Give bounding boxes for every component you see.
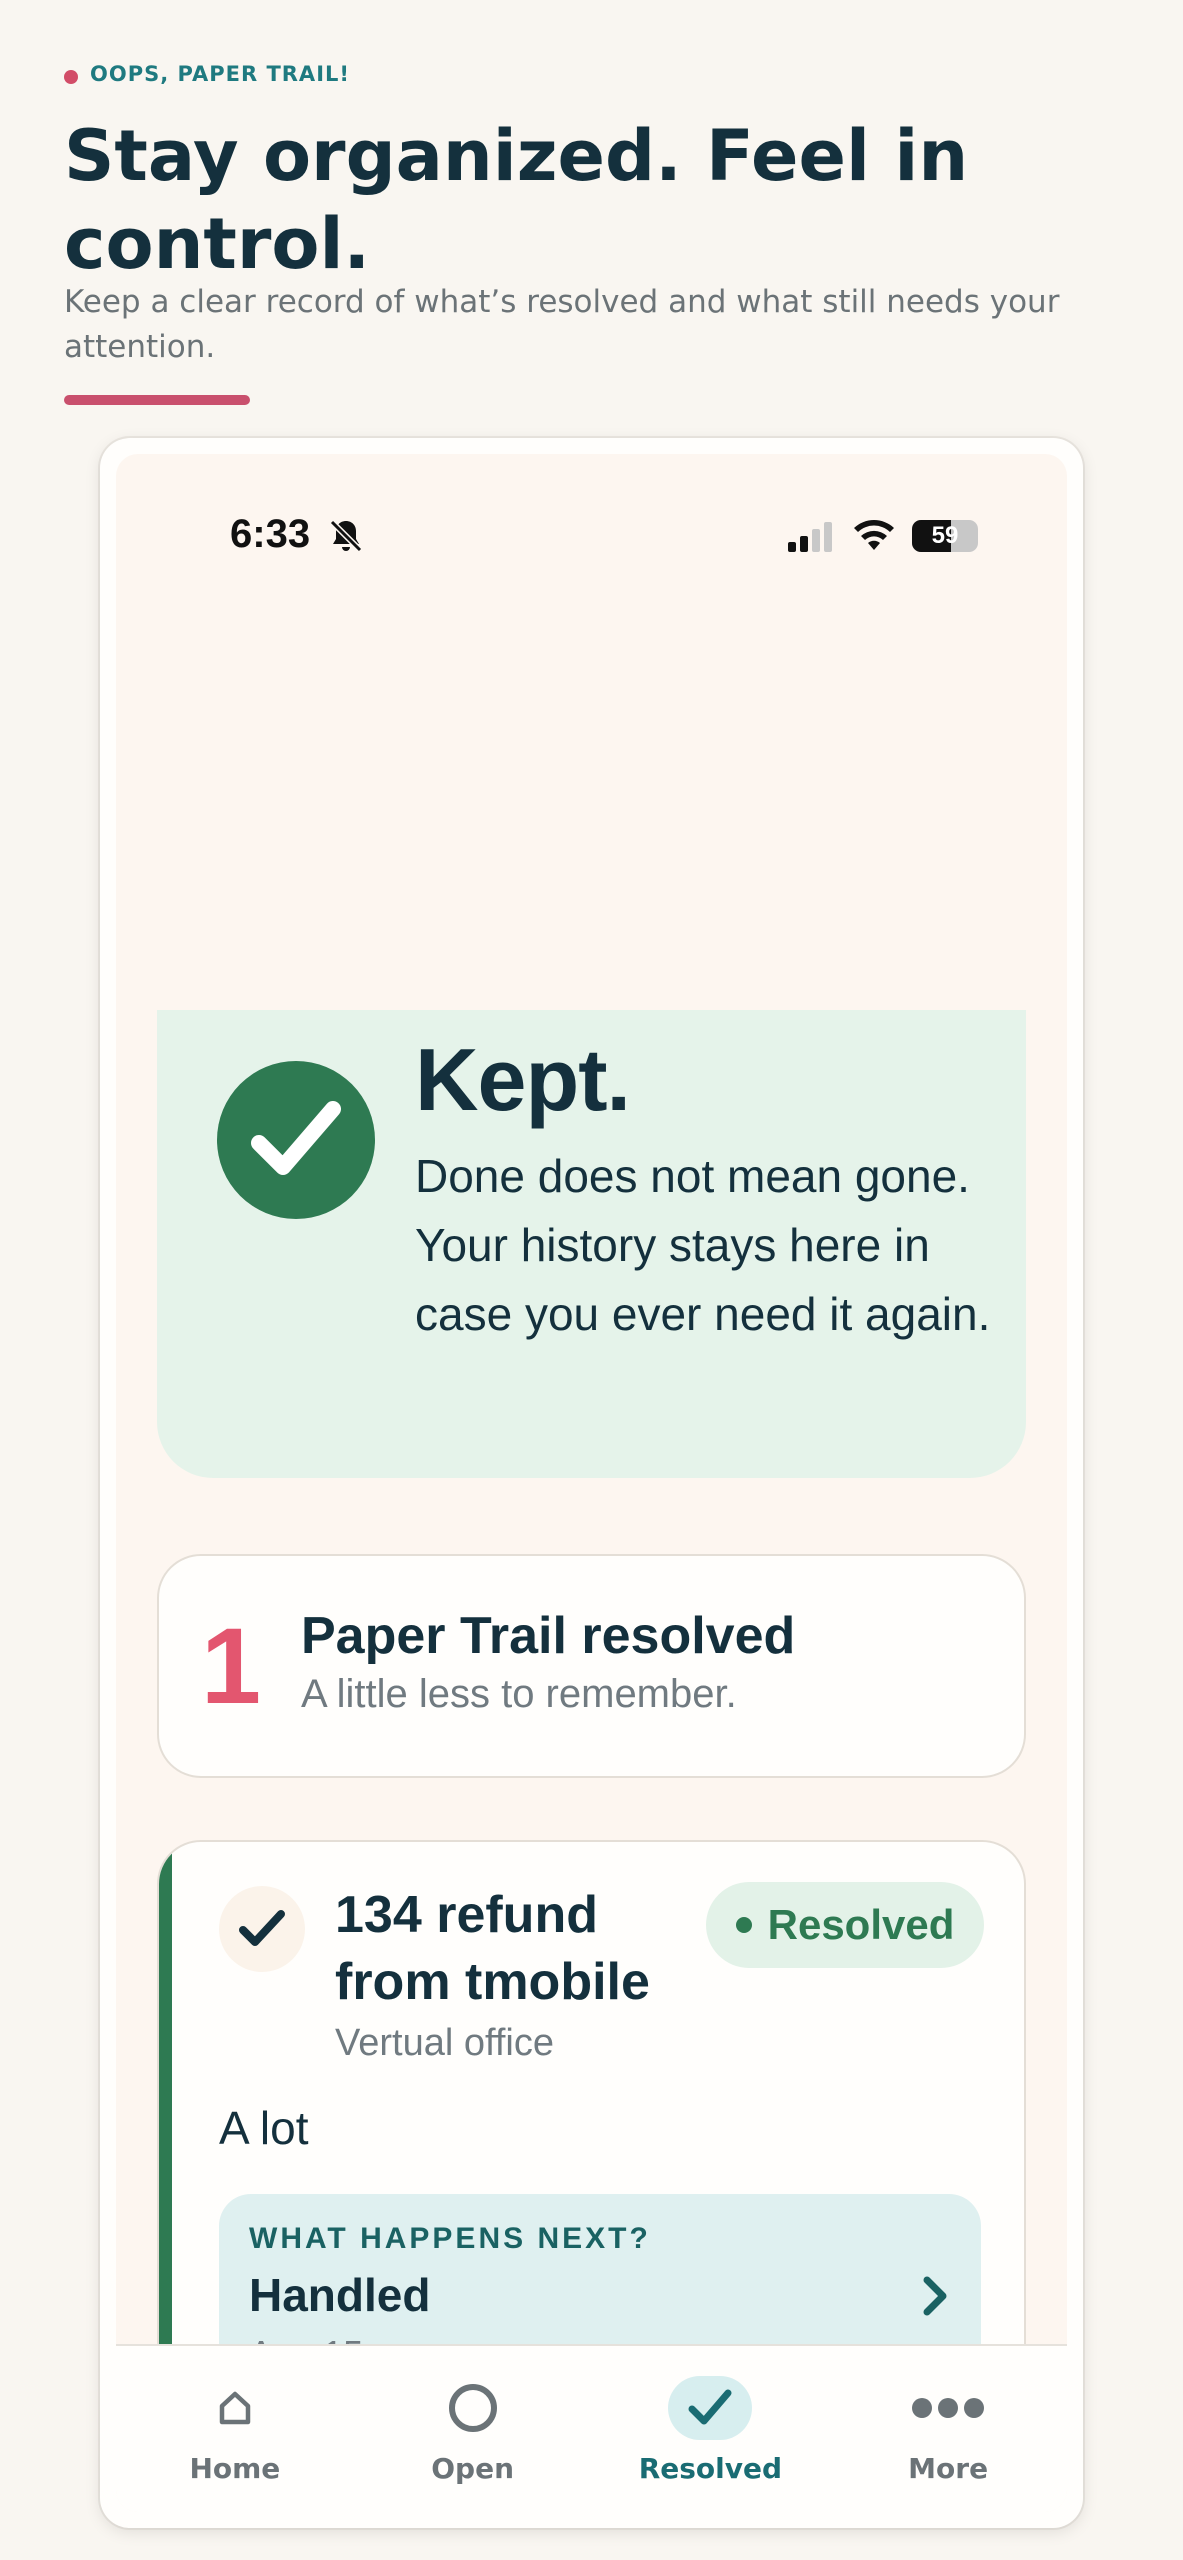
- resolved-count: 1: [201, 1605, 262, 1726]
- tab-open[interactable]: Open: [354, 2346, 592, 2512]
- chevron-right-icon[interactable]: [921, 2274, 951, 2318]
- page-subtitle: Keep a clear record of what’s resolved a…: [64, 284, 1060, 365]
- tab-more[interactable]: More: [829, 2346, 1067, 2512]
- status-badge-label: Resolved: [767, 1901, 955, 1948]
- tab-home-icon-wrap: [193, 2376, 277, 2440]
- bell-slash-icon: [329, 519, 363, 553]
- hero-title: Kept.: [415, 1030, 631, 1129]
- summary-card: 1 Paper Trail resolved A little less to …: [157, 1554, 1026, 1778]
- hero-card: Kept. Done does not mean gone. Your hist…: [157, 1010, 1026, 1478]
- battery-percent: 59: [931, 522, 959, 549]
- phone-screen: 6:33 59 Kept. Done does not mean gone. Y…: [116, 454, 1067, 2512]
- summary-subtitle: A little less to remember.: [301, 1672, 737, 1716]
- item-check-badge: [219, 1886, 305, 1972]
- more-dots-icon: [912, 2398, 985, 2418]
- signal-icon: [788, 522, 832, 552]
- status-dot: [735, 1917, 752, 1933]
- phone-frame: 6:33 59 Kept. Done does not mean gone. Y…: [100, 438, 1083, 2528]
- tab-home[interactable]: Home: [116, 2346, 354, 2512]
- eyebrow-dot: [64, 70, 78, 84]
- circle-icon: [448, 2384, 497, 2432]
- tab-more-label: More: [908, 2452, 989, 2485]
- hero-body: Done does not mean gone. Your history st…: [415, 1150, 991, 1340]
- battery-icon: 59: [912, 520, 978, 552]
- checkmark-icon: [251, 1101, 341, 1175]
- checkmark-icon: [239, 1910, 285, 1946]
- item-subtitle: Vertual office: [335, 2022, 555, 2064]
- summary-title: Paper Trail resolved: [301, 1607, 796, 1665]
- bottom-nav: Home Open Resolved More: [116, 2344, 1067, 2512]
- tab-resolved[interactable]: Resolved: [592, 2346, 830, 2512]
- tab-more-icon-wrap: [906, 2376, 990, 2440]
- item-title: 134 refund from tmobile: [335, 1886, 650, 2011]
- status-time: 6:33: [230, 512, 311, 556]
- tab-resolved-label: Resolved: [638, 2452, 783, 2485]
- next-step-title: Handled: [249, 2269, 431, 2321]
- home-icon: [219, 2391, 251, 2425]
- page-title: Stay organized. Feel in control.: [64, 115, 969, 285]
- eyebrow-label: OOPS, PAPER TRAIL!: [90, 62, 350, 86]
- accent-divider: [64, 395, 250, 405]
- wifi-icon: [854, 520, 894, 550]
- tab-home-label: Home: [189, 2452, 281, 2485]
- tab-open-icon-wrap: [431, 2376, 515, 2440]
- next-step-eyebrow: WHAT HAPPENS NEXT?: [249, 2222, 651, 2255]
- tab-resolved-icon-wrap: [668, 2376, 753, 2440]
- item-note: A lot: [219, 2102, 309, 2154]
- tab-open-label: Open: [431, 2452, 515, 2485]
- checkmark-icon: [688, 2389, 732, 2425]
- eyebrow: OOPS, PAPER TRAIL!: [64, 62, 350, 86]
- hero-check-badge: [217, 1061, 375, 1219]
- status-badge: Resolved: [706, 1882, 984, 1968]
